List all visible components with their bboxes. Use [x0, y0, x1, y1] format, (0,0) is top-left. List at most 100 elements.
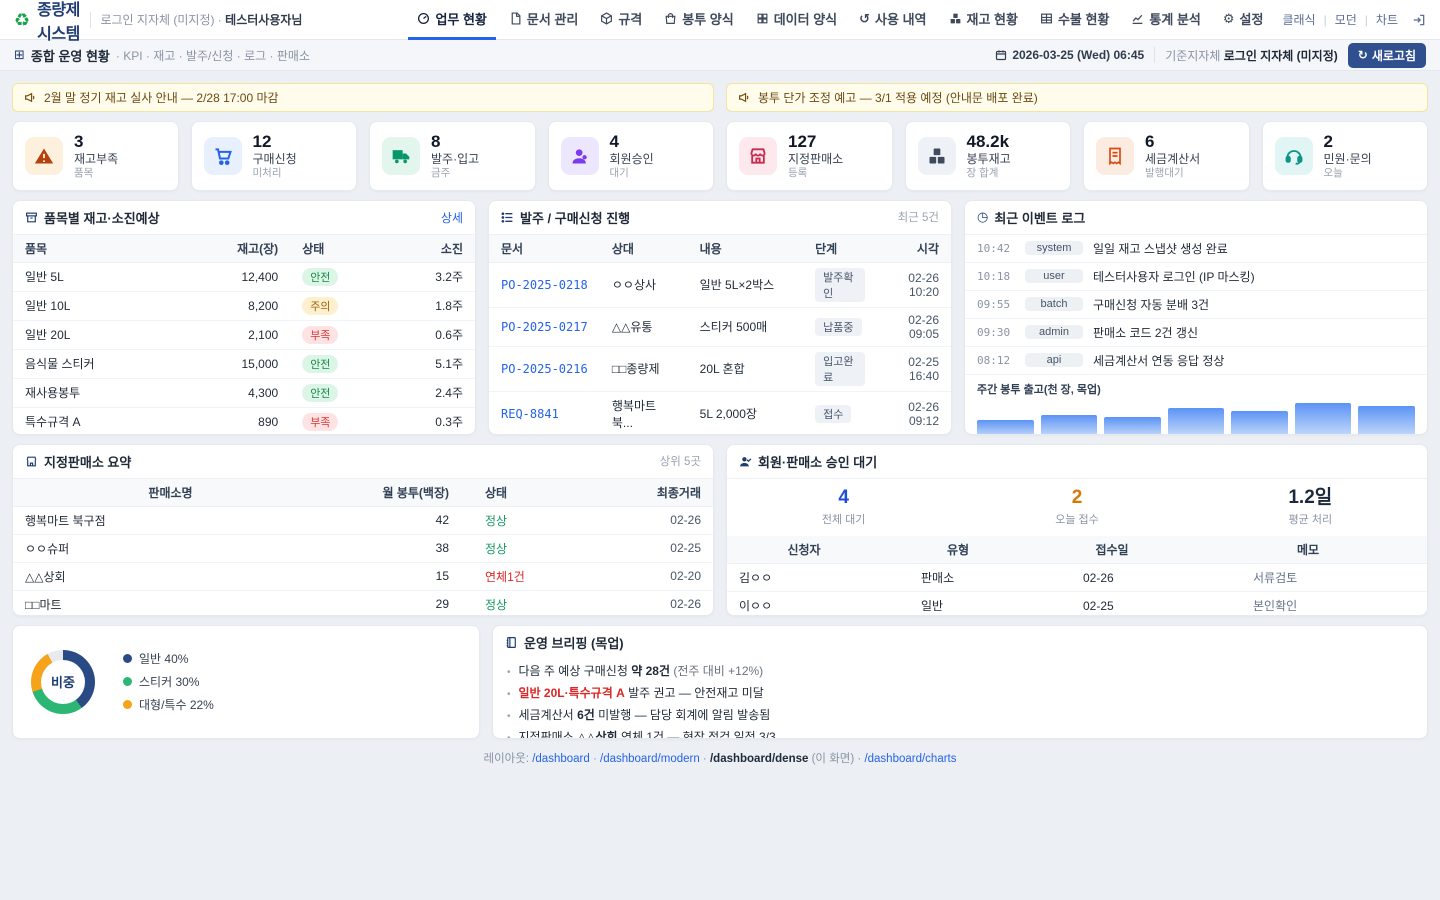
footer-link-modern[interactable]: /dashboard/modern: [600, 753, 700, 765]
truck-icon: [382, 137, 420, 175]
nav-item-data-form[interactable]: 데이터 양식: [747, 0, 846, 40]
kpi-designated-stores[interactable]: 127지정판매소등록: [726, 121, 893, 191]
store-status: 정상: [485, 542, 507, 556]
nav-item-work-status[interactable]: 업무 현황: [408, 0, 495, 40]
footer-link-dense[interactable]: /dashboard/dense: [710, 753, 808, 765]
gear-icon: ⚙: [1223, 12, 1235, 25]
inventory-table: 품목 재고(장) 상태 소진 일반 5L12,400안전3.2주 일반 10L8…: [13, 235, 475, 435]
legend-item: 스티커 30%: [123, 673, 214, 690]
megaphone-icon: [738, 91, 751, 104]
gauge-icon: [417, 12, 430, 25]
view-link-chart[interactable]: 차트: [1376, 11, 1398, 28]
doc-link[interactable]: REQ-8841: [501, 407, 559, 421]
nav-item-inventory[interactable]: 재고 현황: [940, 0, 1027, 40]
bar-mon: [977, 420, 1034, 435]
footer-link-charts[interactable]: /dashboard/charts: [864, 753, 956, 765]
kpi-low-stock[interactable]: 3재고부족품목: [12, 121, 179, 191]
list-icon: [501, 211, 514, 224]
nav-label: 데이터 양식: [774, 9, 837, 28]
table-row: 일반 5L12,400안전3.2주: [13, 262, 475, 291]
refresh-button[interactable]: ↻ 새로고침: [1348, 43, 1426, 68]
stat-today-received: 2오늘 접수: [960, 487, 1193, 528]
divider: [1154, 47, 1155, 63]
cart-icon: [204, 137, 242, 175]
nav-item-statistics[interactable]: 통계 분석: [1122, 0, 1209, 40]
legend-dot: [123, 677, 132, 686]
nav-item-ledger[interactable]: 수불 현황: [1031, 0, 1118, 40]
table-row: 특수규격 A890부족0.3주: [13, 407, 475, 435]
log-row: 10:18user테스터사용자 로그인 (IP 마스킹): [965, 263, 1427, 291]
panel-title: 지정판매소 요약: [44, 452, 131, 471]
panel-title: 최근 이벤트 로그: [994, 208, 1085, 227]
store-status: 정상: [485, 598, 507, 612]
datetime: 2026-03-25 (Wed) 06:45: [995, 48, 1144, 62]
legend-dot: [123, 700, 132, 709]
dashboard-icon: ⊞: [14, 47, 25, 63]
base-label: 기준지자체: [1165, 49, 1220, 63]
logout-icon[interactable]: [1412, 13, 1426, 27]
kpi-member-approval[interactable]: 4회원승인대기: [548, 121, 715, 191]
kpi-tax-invoice[interactable]: 6세금계산서발행대기: [1083, 121, 1250, 191]
panel-title: 운영 브리핑 (목업): [524, 633, 624, 652]
history-icon: ↺: [859, 12, 870, 25]
bar-tue: [1041, 415, 1098, 435]
bullet-dot: •: [507, 689, 511, 700]
briefing-item: •일반 20L·특수규격 A 발주 권고 — 안전재고 미달: [507, 682, 1413, 704]
log-tag: api: [1025, 353, 1083, 367]
view-link-classic[interactable]: 클래식: [1282, 11, 1315, 28]
login-prefix: 로그인 지자체 (미지정) ·: [100, 13, 221, 27]
log-row: 08:12api세금계산서 연동 응답 정상: [965, 347, 1427, 375]
panel-title: 회원·판매소 승인 대기: [758, 452, 877, 471]
bullet-dot: •: [507, 711, 511, 722]
kpi-purchase-request[interactable]: 12구매신청미처리: [191, 121, 358, 191]
page-title-group: ⊞ 종합 운영 현황: [14, 46, 110, 65]
breadcrumb: · KPI · 재고 · 발주/신청 · 로그 · 판매소: [116, 47, 310, 64]
log-row: 09:55batch구매신청 자동 분배 3건: [965, 291, 1427, 319]
stat-total-waiting: 4전체 대기: [727, 487, 960, 528]
notebook-icon: [505, 636, 518, 649]
briefing-list: •다음 주 예상 구매신청 약 28건 (전주 대비 +12%) •일반 20L…: [493, 654, 1427, 739]
doc-link[interactable]: PO-2025-0216: [501, 362, 588, 376]
nav-item-spec[interactable]: 규격: [591, 0, 651, 40]
line-chart-icon: [1131, 12, 1144, 25]
view-link-modern[interactable]: 모던: [1335, 11, 1357, 28]
briefing-item: •다음 주 예상 구매신청 약 28건 (전주 대비 +12%): [507, 660, 1413, 682]
approval-stats: 4전체 대기 2오늘 접수 1.2일평균 처리: [727, 479, 1427, 537]
headset-icon: [1275, 137, 1313, 175]
nav-label: 봉투 양식: [682, 9, 733, 28]
login-info: 로그인 지자체 (미지정) · 테스터사용자님: [100, 11, 302, 28]
table-icon: [1040, 12, 1053, 25]
kpi-civil-inquiry[interactable]: 2민원·문의오늘: [1262, 121, 1429, 191]
stores-panel: 지정판매소 요약 상위 5곳 판매소명 월 봉투(백장) 상태 최종거래 행복마…: [12, 444, 714, 616]
nav-item-usage-history[interactable]: ↺ 사용 내역: [850, 0, 935, 40]
share-panel: 비중 일반 40% 스티커 30% 대형/특수 22%: [12, 625, 480, 739]
orders-panel: 발주 / 구매신청 진행 최근 5건 문서 상대 내용 단계 시각 PO-202…: [488, 200, 952, 435]
detail-link[interactable]: 상세: [441, 209, 463, 226]
top-nav: ♻ 종량제 시스템 로그인 지자체 (미지정) · 테스터사용자님 업무 현황 …: [0, 0, 1440, 40]
separator: |: [1365, 13, 1368, 27]
nav-item-settings[interactable]: ⚙ 설정: [1214, 0, 1273, 40]
receipt-icon: [1096, 137, 1134, 175]
nav-label: 사용 내역: [875, 9, 926, 28]
footer-link-dashboard[interactable]: /dashboard: [532, 753, 590, 765]
table-row: REQ-8841행복마트 북...5L 2,000장접수02-26 09:12: [489, 391, 951, 435]
document-icon: [509, 12, 522, 25]
table-row: PO-2025-0216□□종량제20L 혼합입고완료02-25 16:40: [489, 346, 951, 391]
table-row: 일반 10L8,200주의1.8주: [13, 291, 475, 320]
stores-table: 판매소명 월 봉투(백장) 상태 최종거래 행복마트 북구점42정상02-26 …: [13, 479, 713, 616]
nav-label: 업무 현황: [435, 9, 486, 28]
nav-item-bag-form[interactable]: 봉투 양식: [655, 0, 742, 40]
legend-dot: [123, 654, 132, 663]
stage-badge: 접수: [815, 405, 851, 423]
status-badge: 안전: [302, 384, 338, 402]
table-row: 이ㅇㅇ일반02-25본인확인: [727, 592, 1427, 616]
refresh-icon: ↻: [1358, 48, 1368, 62]
share-donut-chart: 비중: [31, 650, 95, 714]
nav-label: 설정: [1240, 9, 1264, 28]
doc-link[interactable]: PO-2025-0218: [501, 278, 588, 292]
table-row: PO-2025-0217△△유통스티커 500매납품중02-26 09:05: [489, 307, 951, 346]
kpi-bag-inventory[interactable]: 48.2k봉투재고장 합계: [905, 121, 1072, 191]
doc-link[interactable]: PO-2025-0217: [501, 320, 588, 334]
nav-item-doc-manage[interactable]: 문서 관리: [500, 0, 587, 40]
kpi-order-inbound[interactable]: 8발주·입고금주: [369, 121, 536, 191]
